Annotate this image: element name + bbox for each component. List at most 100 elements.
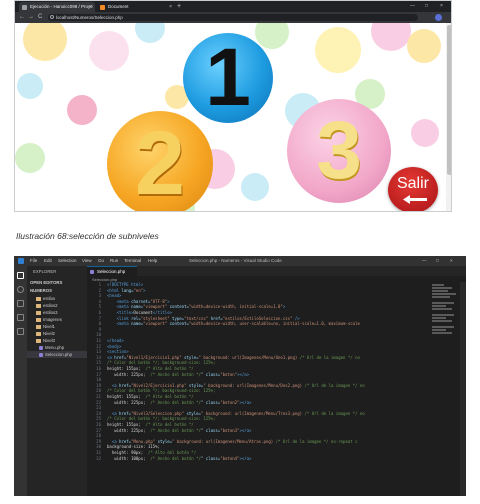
code-line[interactable]: 32 width: 100px; /* Ancho del botón */" …: [87, 456, 466, 462]
code-token: "width=device-width, initial-scale=1.0": [188, 304, 283, 310]
level-2-ball[interactable]: 2: [107, 111, 213, 212]
menu-edit[interactable]: Edit: [44, 256, 52, 266]
code-token: /* Alto del botón */: [145, 394, 194, 399]
exit-button[interactable]: Salir: [388, 167, 438, 211]
code-token: /* Url de la imagen */ no: [304, 382, 365, 388]
code-token: /* Color del botón */; background-size: …: [107, 388, 216, 394]
code-token: </title>: [152, 310, 173, 315]
maximize-button[interactable]: □: [436, 256, 439, 266]
folder-icon: [36, 339, 41, 343]
new-tab-button[interactable]: +: [177, 1, 181, 12]
forward-button[interactable]: →: [28, 12, 34, 23]
minimap[interactable]: [432, 282, 458, 352]
back-button[interactable]: ←: [19, 12, 25, 23]
minimize-button[interactable]: —: [410, 1, 415, 12]
sidebar-item-label: Nivel3: [43, 338, 55, 343]
avatar[interactable]: [435, 14, 442, 21]
code-token: href=: [119, 410, 132, 416]
source-control-icon[interactable]: [17, 300, 24, 307]
tab-label: Seleccion.php: [97, 269, 126, 274]
code-token: /* Ancho del botón */: [150, 399, 201, 405]
php-file-icon: [39, 345, 43, 350]
sidebar-item-nivel1[interactable]: Nivel1: [27, 323, 87, 330]
info-icon: [50, 15, 54, 19]
close-window-button[interactable]: ×: [450, 256, 453, 266]
activity-bar: [14, 266, 27, 496]
sidebar-item-estilos2[interactable]: estilos2: [27, 302, 87, 309]
code-token: "boton2": [220, 399, 240, 405]
code-token: " class=: [200, 371, 221, 377]
code-token: height: 90px;: [107, 450, 148, 455]
code-editor[interactable]: 1 <!DOCTYPE html> 2 <html lang="en"> 3 <head>…: [87, 282, 466, 496]
code-token: " background: url(Imagenes/Menu/Atras.pn…: [172, 438, 276, 444]
page-scrollbar-thumb[interactable]: [447, 25, 451, 175]
sidebar-item-seleccion-php[interactable]: Seleccion.php: [27, 351, 87, 358]
sidebar-item-estilos3[interactable]: estilos3: [27, 309, 87, 316]
browser-tab-2[interactable]: Document ×: [97, 2, 175, 12]
explorer-header: EXPLORER: [33, 269, 57, 274]
close-icon[interactable]: ×: [89, 2, 92, 12]
editor-scrollbar[interactable]: [460, 282, 466, 496]
reload-button[interactable]: C: [38, 12, 42, 23]
sidebar-item-estilos[interactable]: estilos: [27, 295, 87, 302]
menu-go[interactable]: Go: [98, 256, 104, 266]
menu-file[interactable]: File: [30, 256, 37, 266]
code-token: type=: [172, 315, 185, 321]
code-token: height: 155px;: [107, 366, 146, 371]
address-bar[interactable]: localhost/Numeros/Seleccion.php: [48, 14, 418, 21]
maximize-button[interactable]: □: [425, 1, 428, 12]
menu-run[interactable]: Run: [110, 256, 118, 266]
menu-help[interactable]: Help: [148, 256, 157, 266]
level-2-number: 2: [134, 114, 186, 212]
close-window-button[interactable]: ×: [440, 1, 443, 12]
sidebar-item-nivel3[interactable]: Nivel3: [27, 337, 87, 344]
code-token: height: 155px;: [107, 394, 146, 399]
tab-seleccion-php[interactable]: Seleccion.php: [87, 266, 137, 276]
php-file-icon: [90, 269, 94, 274]
level-3-ball[interactable]: 3: [287, 99, 391, 203]
code-token: /* Url de la imagen */ no-repeat c: [275, 438, 358, 444]
sidebar-item-imagenes[interactable]: Imagenes: [27, 316, 87, 323]
menu-view[interactable]: View: [82, 256, 92, 266]
minimize-button[interactable]: —: [422, 256, 427, 266]
code-token: name=: [131, 304, 144, 310]
sidebar-item-menu-php[interactable]: Menu.php: [27, 344, 87, 351]
code-token: <html: [107, 287, 122, 293]
folder-icon: [36, 304, 41, 308]
code-token: name=: [131, 321, 144, 327]
code-token: style=: [186, 410, 201, 416]
close-icon[interactable]: ×: [169, 2, 172, 12]
level-1-number: 1: [205, 32, 251, 123]
browser-toolbar: ← → C localhost/Numeros/Seleccion.php: [15, 12, 451, 23]
page-viewport: 1 2 3 Salir: [15, 23, 451, 212]
project-section[interactable]: NUMEROS: [27, 287, 87, 294]
code-token: "Nivel3/Seleccion.php": [131, 410, 187, 416]
folder-icon: [36, 325, 41, 329]
browser-tab-1[interactable]: Ejecución - Hanoicc098 / Proye ×: [19, 2, 95, 12]
menu-terminal[interactable]: Terminal: [124, 256, 141, 266]
menu-selection[interactable]: Selection: [58, 256, 77, 266]
editor-tab-bar: Seleccion.php: [87, 266, 466, 276]
code-token: "viewport": [143, 321, 170, 327]
browser-screenshot: Ejecución - Hanoicc098 / Proye × Documen…: [14, 0, 452, 212]
line-number: 32: [96, 455, 101, 461]
level-1-ball[interactable]: 1: [183, 33, 273, 123]
code-token: <link: [107, 315, 132, 321]
code-token: <head>: [107, 293, 122, 299]
code-token: " class=: [200, 455, 221, 461]
sidebar-item-label: Seleccion.php: [45, 352, 72, 357]
extensions-icon[interactable]: [17, 328, 24, 335]
code-token: width: 225px;: [107, 399, 151, 405]
run-debug-icon[interactable]: [17, 314, 24, 321]
open-editors-section[interactable]: OPEN EDITORS: [27, 279, 87, 286]
files-icon[interactable]: [17, 272, 24, 279]
code-token: href=: [119, 382, 132, 388]
sidebar-item-nivel2[interactable]: Nivel2: [27, 330, 87, 337]
search-icon[interactable]: [17, 286, 24, 293]
code-token: >: [167, 298, 170, 304]
code-token: /* Url de la imagen */ no: [304, 410, 365, 416]
sidebar-item-label: Nivel2: [43, 331, 55, 336]
code-token: >: [143, 287, 146, 293]
code-token: style=: [188, 382, 204, 388]
code-token: content=: [169, 321, 189, 327]
